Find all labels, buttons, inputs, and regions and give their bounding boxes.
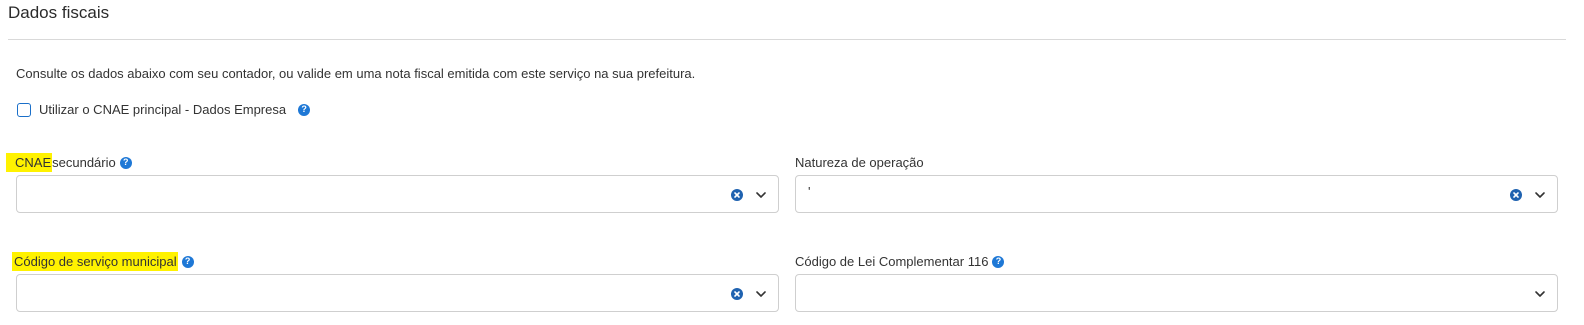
help-icon[interactable]: ?	[119, 156, 132, 169]
codigo-servico-label-highlight: Código de serviço municipal	[12, 252, 178, 271]
codigo-lei-label-text: Código de Lei Complementar 116	[795, 254, 989, 269]
clear-icon[interactable]	[731, 189, 743, 201]
natureza-operacao-select[interactable]: '	[795, 175, 1558, 213]
codigo-servico-label: Código de serviço municipal ?	[12, 252, 194, 271]
chevron-down-icon[interactable]	[754, 188, 768, 202]
help-icon[interactable]: ?	[298, 103, 311, 116]
cnae-label-highlight: CNAE	[6, 153, 53, 172]
cnae-label: CNAE secundário ?	[6, 153, 132, 172]
cnae-secundario-select[interactable]	[16, 175, 779, 213]
natureza-value: '	[808, 184, 811, 199]
help-icon[interactable]: ?	[181, 255, 194, 268]
cnae-principal-checkbox[interactable]	[17, 102, 31, 117]
chevron-down-icon[interactable]	[1533, 188, 1547, 202]
cnae-principal-label: Utilizar o CNAE principal - Dados Empres…	[39, 102, 287, 117]
section-title: Dados fiscais	[8, 3, 110, 22]
section-divider	[8, 39, 1566, 40]
clear-icon[interactable]	[1510, 189, 1522, 201]
natureza-label-text: Natureza de operação	[795, 155, 924, 170]
chevron-down-icon[interactable]	[1533, 287, 1547, 301]
chevron-down-icon[interactable]	[754, 287, 768, 301]
cnae-principal-option[interactable]: Utilizar o CNAE principal - Dados Empres…	[17, 102, 311, 117]
help-icon[interactable]: ?	[992, 255, 1005, 268]
section-description: Consulte os dados abaixo com seu contado…	[16, 66, 696, 81]
natureza-label: Natureza de operação	[795, 155, 924, 170]
codigo-lei-label: Código de Lei Complementar 116 ?	[795, 254, 1005, 269]
codigo-servico-select[interactable]	[16, 274, 779, 312]
codigo-lei-select[interactable]	[795, 274, 1558, 312]
cnae-label-rest: secundário	[52, 155, 116, 170]
clear-icon[interactable]	[731, 288, 743, 300]
